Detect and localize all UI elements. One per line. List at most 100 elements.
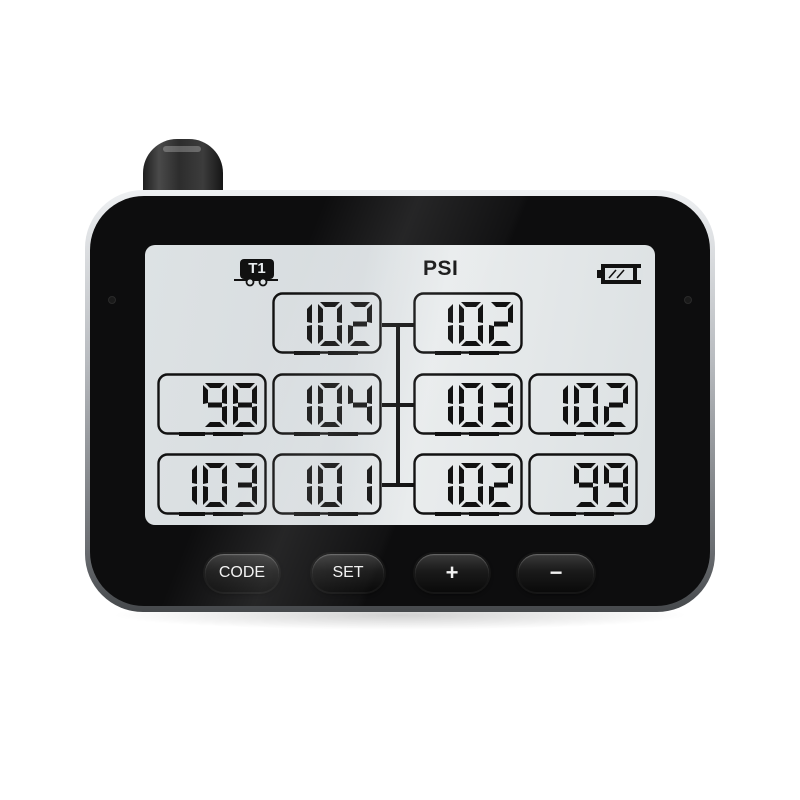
tire-rear-left-outer[interactable]: 103 xyxy=(157,453,267,517)
tire-mid-right-inner[interactable]: 103 xyxy=(413,373,523,437)
tire-mid-left-outer[interactable]: 98 xyxy=(157,373,267,437)
digit-segment xyxy=(205,502,225,507)
lcd-screen: T1 PSI 102 102 98 104 103 102 103 101 10… xyxy=(145,245,655,525)
digit-segment xyxy=(606,463,626,468)
digit-segment xyxy=(320,302,340,307)
digit-segment xyxy=(478,486,483,505)
digit-segment xyxy=(307,465,312,484)
digit-segment xyxy=(233,385,238,404)
digit-segment xyxy=(508,465,513,484)
digit-segment xyxy=(489,325,494,344)
set-button[interactable]: SET xyxy=(312,554,384,592)
digit-segment xyxy=(448,486,453,505)
axle-front xyxy=(382,323,414,327)
digit-segment xyxy=(508,385,513,404)
digit-segment xyxy=(320,422,340,427)
digit-segment xyxy=(593,465,598,484)
digit-segment xyxy=(337,406,342,425)
tire-tread-mark xyxy=(328,512,358,516)
digit-segment xyxy=(459,465,464,484)
tire-rear-right-outer[interactable]: 99 xyxy=(528,453,638,517)
digit-segment xyxy=(491,341,511,346)
digit-segment xyxy=(491,502,511,507)
tire-tread-mark xyxy=(294,512,320,516)
digit-segment xyxy=(478,385,483,404)
tire-readout: 102 xyxy=(413,292,523,355)
digit-segment xyxy=(307,325,312,344)
digit-segment xyxy=(222,385,227,404)
digit-segment xyxy=(238,482,252,488)
digit-segment xyxy=(235,502,255,507)
minus-icon: − xyxy=(549,560,563,585)
minus-button[interactable]: − xyxy=(518,554,594,592)
digit-segment xyxy=(623,465,628,484)
digit-segment xyxy=(448,325,453,344)
tire-front-left[interactable]: 102 xyxy=(272,292,382,356)
tire-tread-mark xyxy=(179,512,205,516)
tire-tread-mark xyxy=(213,512,243,516)
battery-icon xyxy=(597,264,643,284)
digit-segment xyxy=(192,465,197,484)
digit-segment xyxy=(563,406,568,425)
code-button-label: CODE xyxy=(218,564,266,581)
tire-tread-mark xyxy=(179,432,205,436)
digit-segment xyxy=(337,304,342,323)
digit-segment xyxy=(208,402,222,408)
tire-front-right[interactable]: 102 xyxy=(413,292,523,356)
digit-segment xyxy=(563,385,568,404)
digit-segment xyxy=(606,422,626,427)
digit-segment xyxy=(252,486,257,505)
digit-segment xyxy=(579,482,593,488)
tire-tread-mark xyxy=(328,351,358,355)
digit-segment xyxy=(609,482,623,488)
digit-segment xyxy=(494,321,508,327)
digit-segment xyxy=(367,486,372,505)
digit-segment xyxy=(593,406,598,425)
digit-segment xyxy=(252,385,257,404)
digit-segment xyxy=(459,486,464,505)
digit-segment xyxy=(320,341,340,346)
tire-mid-right-outer[interactable]: 102 xyxy=(528,373,638,437)
digit-segment xyxy=(593,486,598,505)
digit-segment xyxy=(576,502,596,507)
digit-segment xyxy=(192,486,197,505)
digit-segment xyxy=(348,325,353,344)
digit-segment xyxy=(318,304,323,323)
tire-value-digits xyxy=(307,463,372,507)
tire-value-digits xyxy=(307,383,372,427)
tire-rear-right-inner[interactable]: 102 xyxy=(413,453,523,517)
digit-segment xyxy=(461,463,481,468)
tire-value-digits xyxy=(448,383,513,427)
digit-segment xyxy=(337,385,342,404)
set-button-label: SET xyxy=(332,564,364,581)
axle-rear xyxy=(382,483,414,487)
digit-segment xyxy=(318,325,323,344)
tire-readout: 102 xyxy=(413,453,523,516)
digit-segment xyxy=(478,406,483,425)
digit-segment xyxy=(318,486,323,505)
digit-segment xyxy=(576,383,596,388)
digit-segment xyxy=(609,402,623,408)
digit-segment xyxy=(576,422,596,427)
digit-segment xyxy=(367,465,372,484)
digit-segment xyxy=(574,465,579,484)
digit-segment xyxy=(367,304,372,323)
tire-readout: 103 xyxy=(157,453,267,516)
tire-tread-mark xyxy=(435,351,461,355)
digit-segment xyxy=(203,465,208,484)
tire-rear-left-inner[interactable]: 101 xyxy=(272,453,382,517)
digit-segment xyxy=(478,304,483,323)
plus-icon: + xyxy=(445,560,459,585)
tire-readout: 98 xyxy=(157,373,267,436)
code-button[interactable]: CODE xyxy=(205,554,279,592)
tire-mid-left-inner[interactable]: 104 xyxy=(272,373,382,437)
plus-button[interactable]: + xyxy=(415,554,489,592)
digit-segment xyxy=(353,321,367,327)
digit-segment xyxy=(252,465,257,484)
tire-readout: 101 xyxy=(272,453,382,516)
digit-segment xyxy=(252,406,257,425)
digit-segment xyxy=(448,465,453,484)
digit-segment xyxy=(604,465,609,484)
digit-segment xyxy=(318,465,323,484)
digit-segment xyxy=(307,385,312,404)
